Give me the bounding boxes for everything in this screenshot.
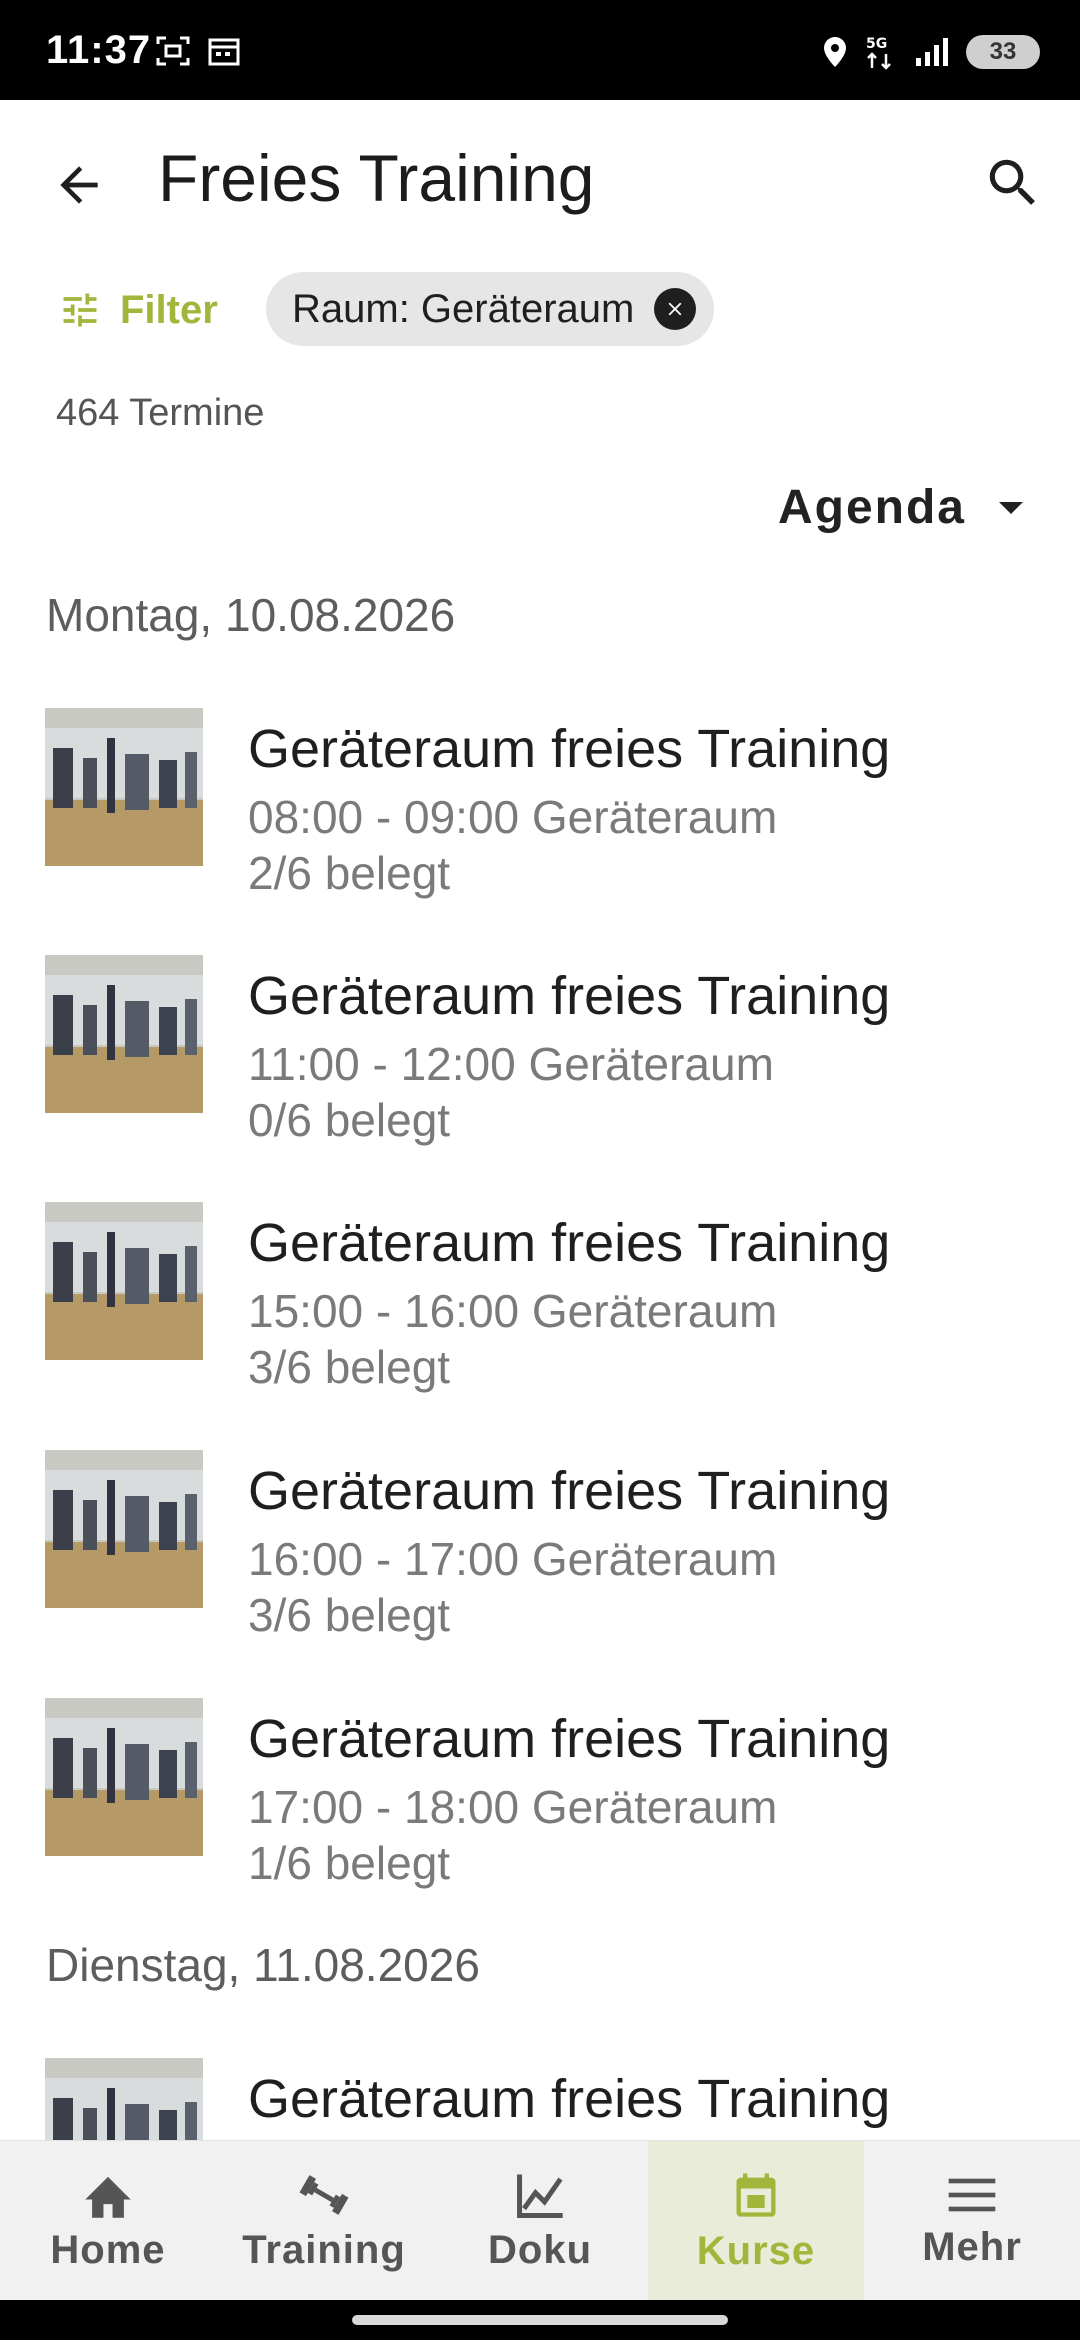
search-icon bbox=[989, 159, 1035, 205]
event-title: Geräteraum freies Training bbox=[248, 2069, 891, 2129]
filter-bar: Filter Raum: Geräteraum bbox=[0, 272, 1080, 348]
event-title: Geräteraum freies Training bbox=[248, 1709, 891, 1769]
nav-mehr[interactable]: Mehr bbox=[864, 2141, 1080, 2301]
calendar-small-icon bbox=[208, 38, 240, 66]
back-button[interactable] bbox=[44, 150, 114, 220]
tune-icon bbox=[63, 293, 97, 327]
event-occupancy: 2/6 belegt bbox=[248, 847, 451, 899]
dropdown-arrow-icon bbox=[999, 501, 1023, 514]
event-occupancy: 1/6 belegt bbox=[248, 1837, 451, 1889]
battery-indicator: 33 bbox=[966, 35, 1040, 69]
event-thumbnail bbox=[45, 955, 203, 1113]
event-occupancy: 3/6 belegt bbox=[248, 1589, 451, 1641]
event-list-item[interactable]: Geräteraum freies Training 16:00 - 17:00… bbox=[0, 1450, 1080, 1670]
event-occupancy: 0/6 belegt bbox=[248, 1094, 451, 1146]
status-icons-left bbox=[156, 36, 240, 66]
event-time-room: 17:00 - 18:00 Geräteraum bbox=[248, 1781, 778, 1833]
filter-chip-room[interactable]: Raum: Geräteraum bbox=[266, 272, 715, 346]
nav-label: Mehr bbox=[922, 2224, 1022, 2269]
home-indicator[interactable] bbox=[352, 2315, 728, 2325]
arrow-back-icon bbox=[60, 166, 98, 204]
event-list-item[interactable]: Geräteraum freies Training 15:00 - 16:00… bbox=[0, 1202, 1080, 1422]
app-bar: Freies Training bbox=[0, 100, 1080, 260]
bottom-navigation: Home Training Doku Kurse Mehr bbox=[0, 2140, 1080, 2301]
location-icon bbox=[824, 37, 846, 67]
view-selector-label: Agenda bbox=[777, 481, 966, 534]
view-selector[interactable]: Agenda bbox=[778, 480, 1026, 535]
event-thumbnail bbox=[45, 708, 203, 866]
calendar-icon bbox=[736, 2172, 776, 2217]
event-time-room: 16:00 - 17:00 Geräteraum bbox=[248, 1533, 778, 1585]
close-icon bbox=[668, 302, 682, 316]
event-time-room: 15:00 - 16:00 Geräteraum bbox=[248, 1285, 778, 1337]
event-thumbnail bbox=[45, 2058, 203, 2140]
event-thumbnail bbox=[45, 1698, 203, 1856]
battery-level: 33 bbox=[989, 38, 1017, 65]
event-thumbnail bbox=[45, 1450, 203, 1608]
nav-home[interactable]: Home bbox=[0, 2141, 216, 2301]
chart-line-icon bbox=[517, 2174, 563, 2218]
event-list-item[interactable]: Geräteraum freies Training bbox=[0, 2058, 1080, 2140]
status-time: 11:37 bbox=[46, 28, 152, 72]
event-list-item[interactable]: Geräteraum freies Training 11:00 - 12:00… bbox=[0, 955, 1080, 1175]
filter-button[interactable]: Filter bbox=[58, 276, 218, 344]
page-title: Freies Training bbox=[158, 141, 595, 215]
day-header: Dienstag, 11.08.2026 bbox=[46, 1939, 480, 1991]
home-icon bbox=[85, 2176, 131, 2218]
nav-label: Kurse bbox=[696, 2228, 816, 2273]
nav-doku[interactable]: Doku bbox=[432, 2141, 648, 2301]
status-bar: 11:37 5G 33 bbox=[0, 0, 1080, 100]
event-list-item[interactable]: Geräteraum freies Training 08:00 - 09:00… bbox=[0, 708, 1080, 928]
event-title: Geräteraum freies Training bbox=[248, 1213, 891, 1273]
nav-label: Training bbox=[242, 2227, 406, 2272]
signal-icon bbox=[916, 38, 948, 66]
event-thumbnail bbox=[45, 1202, 203, 1360]
event-time-room: 08:00 - 09:00 Geräteraum bbox=[248, 791, 778, 843]
event-occupancy: 3/6 belegt bbox=[248, 1341, 451, 1393]
nav-label: Doku bbox=[488, 2227, 592, 2272]
result-count: 464 Termine bbox=[56, 392, 265, 434]
dumbbell-icon bbox=[299, 2174, 349, 2215]
event-title: Geräteraum freies Training bbox=[248, 719, 891, 779]
nav-kurse[interactable]: Kurse bbox=[648, 2141, 864, 2301]
chip-remove-button[interactable] bbox=[654, 288, 697, 330]
event-time-room: 11:00 - 12:00 Geräteraum bbox=[248, 1038, 774, 1090]
filter-label: Filter bbox=[120, 287, 218, 332]
event-list-item[interactable]: Geräteraum freies Training 17:00 - 18:00… bbox=[0, 1698, 1080, 1918]
network-5g-icon: 5G bbox=[866, 36, 891, 70]
status-icons-right: 5G 33 bbox=[822, 34, 1040, 70]
search-button[interactable] bbox=[978, 148, 1048, 218]
menu-icon bbox=[948, 2178, 996, 2211]
event-title: Geräteraum freies Training bbox=[248, 1461, 891, 1521]
svg-text:5G: 5G bbox=[866, 36, 887, 52]
nav-training[interactable]: Training bbox=[216, 2141, 432, 2301]
filter-chip-label: Raum: Geräteraum bbox=[292, 286, 635, 331]
screenshot-icon bbox=[156, 36, 190, 66]
nav-label: Home bbox=[50, 2227, 166, 2272]
day-header: Montag, 10.08.2026 bbox=[46, 589, 456, 641]
event-title: Geräteraum freies Training bbox=[248, 966, 891, 1026]
